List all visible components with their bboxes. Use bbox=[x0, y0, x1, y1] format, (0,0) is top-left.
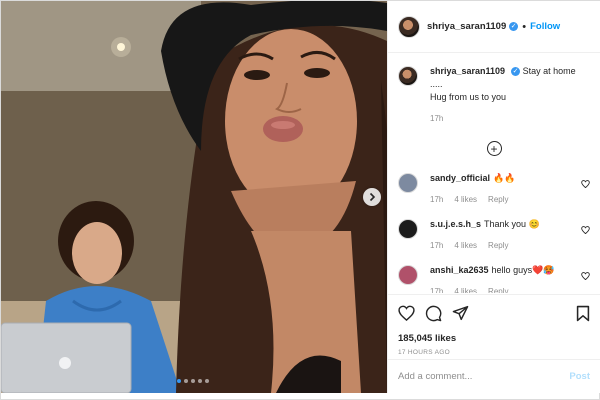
comment-time[interactable]: 17h bbox=[430, 285, 443, 293]
post-header: shriya_saran1109 ✓ • Follow bbox=[388, 1, 600, 53]
comment-username[interactable]: sandy_official bbox=[430, 173, 490, 183]
header-separator: • bbox=[522, 20, 527, 33]
add-comment-bar: Post bbox=[388, 359, 600, 393]
comment-text: Thank you 😊 bbox=[484, 219, 540, 229]
post-actions: 185,045 likes 17 HOURS AGO bbox=[388, 294, 600, 356]
post-comment-button[interactable]: Post bbox=[569, 371, 590, 382]
instagram-post-modal: shriya_saran1109 ✓ • Follow shriya_saran… bbox=[0, 0, 600, 400]
load-more-comments-button[interactable]: + bbox=[398, 141, 590, 156]
like-comment-heart-icon[interactable] bbox=[581, 226, 590, 234]
author-avatar[interactable] bbox=[398, 15, 420, 38]
commenter-avatar[interactable] bbox=[398, 219, 418, 239]
author-username[interactable]: shriya_saran1109 bbox=[427, 21, 506, 32]
reply-button[interactable]: Reply bbox=[488, 193, 508, 206]
author-avatar[interactable] bbox=[398, 66, 418, 86]
commenter-avatar[interactable] bbox=[398, 173, 418, 193]
like-comment-heart-icon[interactable] bbox=[581, 272, 590, 280]
add-comment-input[interactable] bbox=[398, 371, 570, 382]
add-circle-icon: + bbox=[486, 141, 502, 156]
post-photo[interactable] bbox=[1, 1, 387, 393]
comment-username[interactable]: anshi_ka2635 bbox=[430, 265, 489, 275]
photo-illustration bbox=[1, 1, 387, 393]
carousel-dot bbox=[205, 379, 209, 383]
comment-icon[interactable] bbox=[425, 305, 442, 322]
verified-badge-icon: ✓ bbox=[511, 67, 521, 77]
carousel-dot bbox=[177, 379, 181, 383]
carousel-indicator bbox=[177, 379, 209, 383]
carousel-dot bbox=[198, 379, 202, 383]
comment-row: sandy_official 🔥🔥 17h 4 likes Reply bbox=[398, 172, 590, 206]
comment-likes[interactable]: 4 likes bbox=[454, 285, 477, 293]
caption-username[interactable]: shriya_saran1109 bbox=[430, 66, 505, 76]
follow-button[interactable]: Follow bbox=[530, 21, 560, 32]
bookmark-icon[interactable] bbox=[576, 305, 590, 322]
comments-list[interactable]: shriya_saran1109 ✓ Stay at home ..... Hug… bbox=[388, 53, 600, 293]
comment-likes[interactable]: 4 likes bbox=[454, 193, 477, 206]
share-icon[interactable] bbox=[452, 305, 469, 321]
caption-time[interactable]: 17h bbox=[430, 112, 443, 125]
commenter-avatar[interactable] bbox=[398, 265, 418, 285]
comment-text: hello guys❤️🥵 bbox=[491, 265, 555, 275]
reply-button[interactable]: Reply bbox=[488, 239, 508, 252]
caption-text-line2: Hug from us to you bbox=[430, 92, 507, 102]
comment-time[interactable]: 17h bbox=[430, 193, 443, 206]
carousel-dot bbox=[191, 379, 195, 383]
comment-username[interactable]: s.u.j.e.s.h_s bbox=[430, 219, 481, 229]
next-slide-button[interactable] bbox=[363, 188, 381, 206]
caption: shriya_saran1109 ✓ Stay at home ..... Hug… bbox=[398, 65, 590, 125]
verified-badge-icon: ✓ bbox=[509, 22, 519, 31]
reply-button[interactable]: Reply bbox=[488, 285, 508, 293]
comment-row: anshi_ka2635 hello guys❤️🥵 17h 4 likes Reply bbox=[398, 264, 590, 293]
comment-likes[interactable]: 4 likes bbox=[454, 239, 477, 252]
comment-time[interactable]: 17h bbox=[430, 239, 443, 252]
chevron-right-icon bbox=[369, 192, 376, 202]
post-timestamp[interactable]: 17 HOURS AGO bbox=[398, 349, 590, 356]
post-side-panel: shriya_saran1109 ✓ • Follow shriya_saran… bbox=[387, 1, 600, 393]
likes-count[interactable]: 185,045 likes bbox=[398, 333, 590, 344]
comment-text: 🔥🔥 bbox=[493, 173, 516, 183]
comment-row: s.u.j.e.s.h_s Thank you 😊 17h 4 likes Reply bbox=[398, 218, 590, 252]
like-comment-heart-icon[interactable] bbox=[581, 180, 590, 188]
heart-icon[interactable] bbox=[398, 305, 415, 321]
carousel-dot bbox=[184, 379, 188, 383]
